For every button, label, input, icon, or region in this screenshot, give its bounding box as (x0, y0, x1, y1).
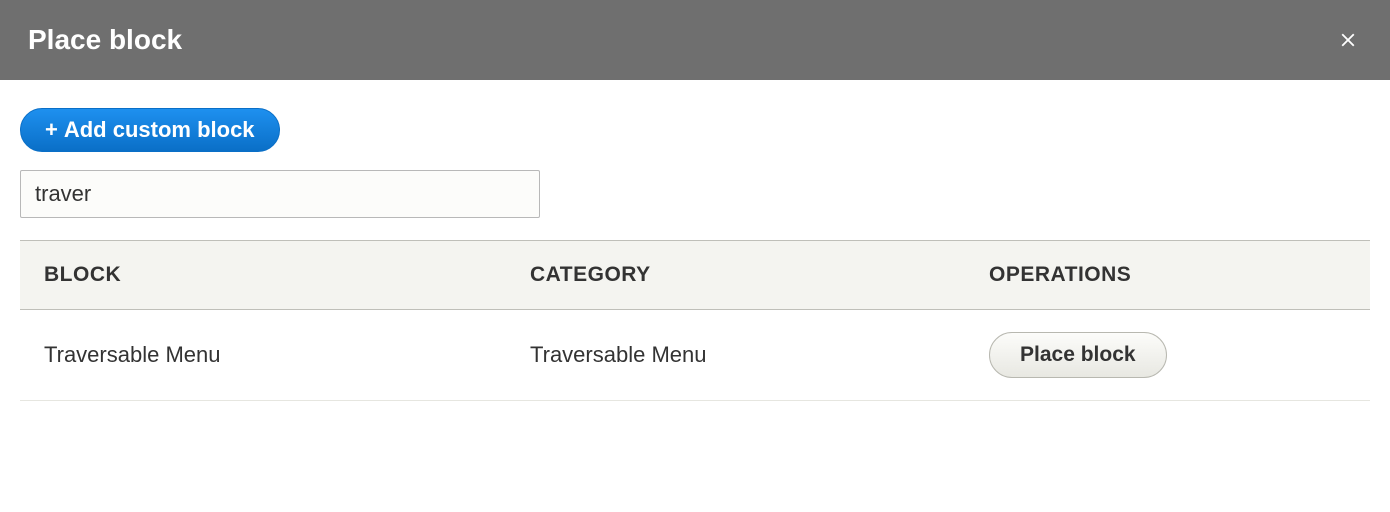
table-header-row: Block Category Operations (20, 241, 1370, 310)
column-header-category: Category (506, 241, 965, 310)
place-block-button[interactable]: Place block (989, 332, 1167, 378)
cell-category: Traversable Menu (506, 310, 965, 401)
blocks-table: Block Category Operations Traversable Me… (20, 240, 1370, 401)
modal-header: Place block (0, 0, 1390, 80)
add-custom-block-label: Add custom block (64, 117, 255, 143)
plus-icon: + (45, 117, 58, 143)
table-row: Traversable Menu Traversable Menu Place … (20, 310, 1370, 401)
filter-input[interactable] (20, 170, 540, 218)
modal-title: Place block (28, 24, 182, 56)
add-custom-block-button[interactable]: + Add custom block (20, 108, 280, 152)
column-header-block: Block (20, 241, 506, 310)
close-icon[interactable] (1334, 26, 1362, 54)
cell-operations: Place block (965, 310, 1370, 401)
modal-body: + Add custom block Block Category Operat… (0, 80, 1390, 421)
cell-block-name: Traversable Menu (20, 310, 506, 401)
column-header-operations: Operations (965, 241, 1370, 310)
close-icon-svg (1337, 29, 1359, 51)
